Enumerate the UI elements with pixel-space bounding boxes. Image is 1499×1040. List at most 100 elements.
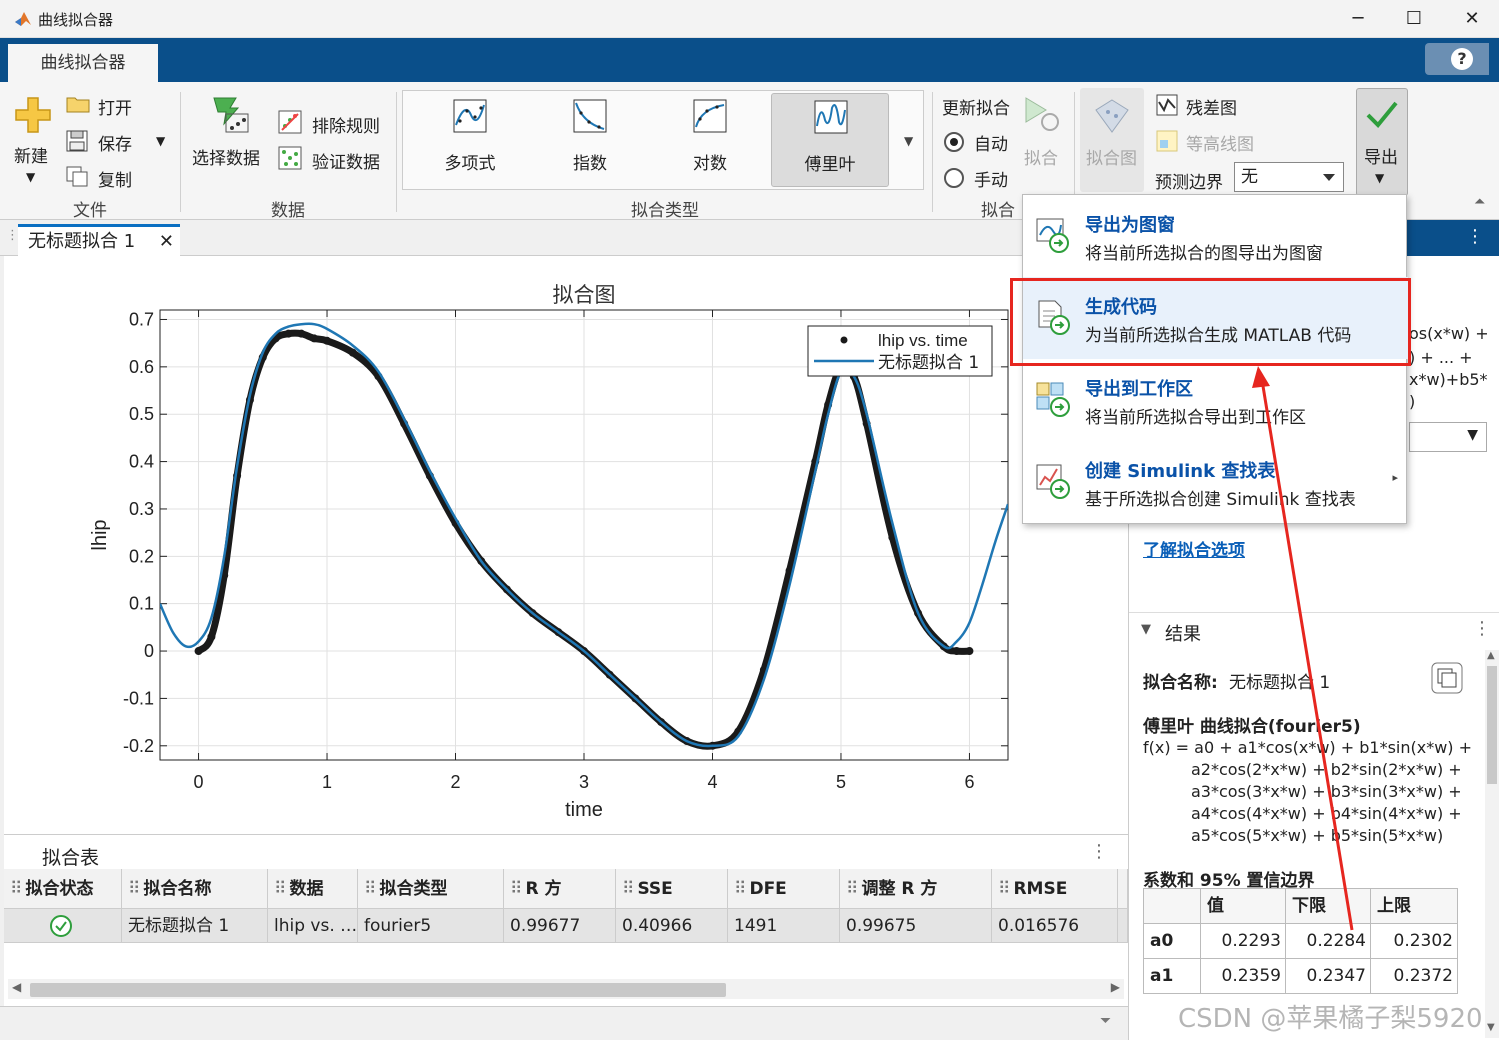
more-options-icon[interactable]: ⋮ <box>1473 618 1491 639</box>
collapse-results-icon[interactable]: ▼ <box>1141 622 1151 637</box>
data-point <box>952 647 961 656</box>
group-label-fit-type: 拟合类型 <box>631 201 699 221</box>
drag-grip-icon[interactable]: ⠿ <box>10 879 22 899</box>
auto-radio[interactable] <box>944 132 964 152</box>
legend-label-data: lhip vs. time <box>878 331 968 350</box>
residual-plot-button[interactable]: 残差图 <box>1186 94 1237 119</box>
validation-data-button[interactable]: 验证数据 <box>312 148 380 173</box>
drag-grip-icon[interactable]: ⠿ <box>622 879 634 899</box>
fit-plot-chart[interactable]: 0 1 2 3 4 5 6 -0.2 -0.1 0 0.1 0.2 0.3 0.4 0.5 0.6 0.7 拟合图… <box>4 256 1128 834</box>
table-cell: fourier5 <box>358 909 504 943</box>
legend-label-fit: 无标题拟合 1 <box>878 353 979 373</box>
fit-button[interactable]: 拟合 <box>1024 144 1058 169</box>
column-header[interactable]: ⠿ 拟合类型 <box>358 869 504 909</box>
column-header[interactable]: ⠿ SSE <box>616 869 728 909</box>
collapse-ribbon-icon[interactable]: ⏶ <box>1474 194 1485 210</box>
y-tick-label: 0.4 <box>129 452 154 472</box>
group-divider <box>180 92 181 212</box>
menu-item-simulink-lookup[interactable]: 创建 Simulink 查找表 基于所选拟合创建 Simulink 查找表 ▸ <box>1023 441 1408 523</box>
horizontal-scrollbar[interactable]: ◀ ▶ <box>8 979 1124 999</box>
group-label-file: 文件 <box>73 201 107 221</box>
fit-type-exponential[interactable]: 指数 <box>531 93 649 187</box>
tab-curve-fitter[interactable]: 曲线拟合器 <box>8 44 158 82</box>
fit-plot-toggle[interactable]: 拟合图 <box>1080 88 1144 192</box>
more-options-icon[interactable]: ⋮ <box>1466 226 1484 247</box>
close-tab-icon[interactable]: ✕ <box>159 227 174 257</box>
menu-item-export-workspace[interactable]: 导出到工作区 将当前所选拟合导出到工作区 <box>1023 359 1408 441</box>
drag-grip-icon[interactable]: ⠿ <box>734 879 746 899</box>
drag-grip-icon[interactable]: ⠿ <box>998 879 1010 899</box>
column-header[interactable]: ⠿ 数据 <box>268 869 358 909</box>
column-header[interactable]: ⠿ RMSE <box>992 869 1118 909</box>
equation-line: f(x) = a0 + a1*cos(x*w) + b1*sin(x*w) + <box>1143 738 1473 757</box>
x-tick-label: 2 <box>451 772 461 792</box>
select-data-button[interactable]: 选择数据 <box>192 144 260 169</box>
validation-data-icon <box>278 146 302 170</box>
column-header[interactable]: ⠿ 拟合名称 <box>122 869 268 909</box>
column-header-label: 拟合类型 <box>379 879 448 899</box>
drag-grip-icon[interactable]: ⠿ <box>274 879 286 899</box>
scroll-down-icon[interactable]: ▼ <box>1487 1022 1495 1033</box>
tab-untitled-fit-1[interactable]: 无标题拟合 1 ✕ <box>18 224 180 256</box>
more-options-icon[interactable]: ⋮ <box>1090 841 1108 862</box>
fit-table-title: 拟合表 <box>42 847 100 869</box>
new-plus-icon[interactable] <box>14 96 52 134</box>
watermark-text: CSDN @苹果橘子梨5920 <box>1178 1004 1483 1034</box>
column-header-filler <box>1118 869 1128 909</box>
scroll-left-icon[interactable]: ◀ <box>12 980 21 994</box>
drag-grip-icon[interactable]: ⠿ <box>364 879 376 899</box>
x-axis-label: time <box>565 799 603 821</box>
drag-grip-icon[interactable]: ⠿ <box>510 879 522 899</box>
drag-grip-icon[interactable]: ⠿ <box>846 879 858 899</box>
menu-item-export-figure[interactable]: 导出为图窗 将当前所选拟合的图导出为图窗 <box>1023 195 1408 277</box>
column-header[interactable]: ⠿ 调整 R 方 <box>840 869 992 909</box>
equation-fragment: os(x*w) + <box>1409 324 1489 343</box>
fit-type-label: 傅里叶 <box>804 155 856 175</box>
y-tick-label: 0.2 <box>129 546 154 566</box>
copy-button[interactable]: 复制 <box>98 166 132 191</box>
minimize-button[interactable]: ─ <box>1344 6 1372 32</box>
close-window-button[interactable]: ✕ <box>1458 6 1486 32</box>
new-dropdown-chevron-icon[interactable]: ▼ <box>26 170 35 184</box>
scrollbar-thumb[interactable] <box>1487 666 1497 784</box>
gallery-expand-chevron-icon[interactable]: ▼ <box>904 134 913 148</box>
coef-cell: 0.2293 <box>1200 923 1286 959</box>
coef-header-cell: 下限 <box>1285 888 1371 924</box>
export-label: 导出 <box>1364 148 1398 168</box>
tab-label: 无标题拟合 1 <box>28 231 136 252</box>
open-button[interactable]: 打开 <box>98 94 132 119</box>
simulink-lookup-icon <box>1036 464 1070 499</box>
exclusion-rules-button[interactable]: 排除规则 <box>312 112 380 137</box>
matlab-logo-icon <box>15 12 31 26</box>
table-cell: 0.99675 <box>840 909 992 943</box>
copy-results-icon[interactable] <box>1431 662 1463 694</box>
scroll-right-icon[interactable]: ▶ <box>1111 980 1120 994</box>
scroll-up-icon[interactable]: ▲ <box>1487 650 1495 661</box>
help-button[interactable]: ? <box>1425 43 1489 75</box>
column-header-label: 拟合名称 <box>143 879 212 899</box>
coef-cell: 0.2359 <box>1200 958 1286 994</box>
prediction-bounds-select[interactable]: 无 <box>1234 162 1344 192</box>
column-header[interactable]: ⠿ DFE <box>728 869 840 909</box>
export-button[interactable]: 导出 ▼ <box>1356 88 1408 196</box>
contour-plot-button[interactable]: 等高线图 <box>1186 130 1254 155</box>
equation-line: a3*cos(3*x*w) + b3*sin(3*x*w) + <box>1191 782 1462 801</box>
save-dropdown-chevron-icon[interactable]: ▼ <box>156 134 165 148</box>
fit-type-polynomial[interactable]: 多项式 <box>411 93 529 187</box>
column-header[interactable]: ⠿ R 方 <box>504 869 616 909</box>
fit-type-logarithmic[interactable]: 对数 <box>651 93 769 187</box>
new-button[interactable]: 新建 <box>14 142 48 167</box>
fit-option-select[interactable]: ▼ <box>1409 422 1487 452</box>
column-header[interactable]: ⠿ 拟合状态 <box>4 869 122 909</box>
drag-grip-icon[interactable]: ⠿ <box>128 879 140 899</box>
expand-panel-icon[interactable]: ⏷ <box>1100 1013 1111 1029</box>
maximize-button[interactable]: ☐ <box>1400 6 1428 32</box>
fit-type-fourier[interactable]: 傅里叶 <box>771 93 889 187</box>
vertical-scrollbar[interactable]: ▲ ▼ <box>1485 650 1499 1038</box>
manual-radio[interactable] <box>944 168 964 188</box>
y-axis-label: lhip <box>89 519 111 550</box>
fit-table-panel: 拟合表 ⋮ ⠿ 拟合状态 ⠿ 拟合名称 ⠿ 数据 ⠿ 拟合类型 ⠿ R 方 ⠿ SSE ⠿ DFE ⠿ 调整 … <box>4 834 1128 1006</box>
save-button[interactable]: 保存 <box>98 130 132 155</box>
scrollbar-thumb[interactable] <box>30 983 726 997</box>
learn-fit-options-link[interactable]: 了解拟合选项 <box>1143 536 1245 561</box>
